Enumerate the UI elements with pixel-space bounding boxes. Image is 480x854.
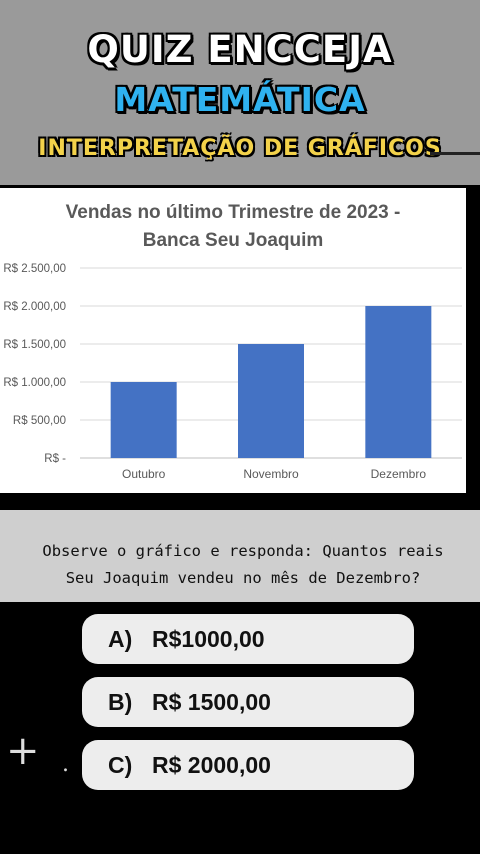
x-tick-label: Outubro (122, 467, 166, 481)
chart-panel: Vendas no último Trimestre de 2023 - Ban… (0, 188, 466, 493)
chart-title-line-2: Banca Seu Joaquim (143, 230, 324, 251)
y-tick-label: R$ 2.000,00 (3, 301, 66, 313)
chalk-plus-doodle: + (6, 728, 40, 774)
question-line-1: Observe o gráfico e responda: Quantos re… (42, 542, 444, 560)
bar-outubro (110, 382, 177, 458)
option-c-button[interactable]: C) R$ 2000,00 (82, 740, 414, 790)
option-c-text: R$ 2000,00 (152, 751, 271, 778)
chart-title-line-1: Vendas no último Trimestre de 2023 - (66, 202, 401, 223)
subject-title: MATEMÁTICA (114, 80, 366, 119)
option-b-letter: B) (108, 688, 133, 715)
x-tick-label: Novembro (243, 467, 299, 481)
bar-novembro (238, 344, 304, 458)
bar-chart: Vendas no último Trimestre de 2023 - Ban… (3, 202, 462, 481)
y-tick-label: R$ 1.000,00 (3, 377, 66, 389)
y-tick-label: R$ 500,00 (13, 415, 66, 427)
option-b-button[interactable]: B) R$ 1500,00 (82, 677, 414, 727)
option-b-text: R$ 1500,00 (152, 688, 271, 715)
chalk-dot-doodle: . (62, 752, 69, 777)
y-tick-label: R$ 2.500,00 (3, 263, 66, 275)
y-tick-label: R$ 1.500,00 (3, 339, 66, 351)
question-text: Observe o gráfico e responda: Quantos re… (18, 538, 468, 592)
y-tick-label: R$ - (44, 453, 66, 465)
bar-dezembro (365, 306, 432, 458)
option-c-letter: C) (108, 751, 133, 778)
option-a-letter: A) (108, 625, 133, 652)
x-tick-label: Dezembro (371, 467, 427, 481)
question-panel: Observe o gráfico e responda: Quantos re… (0, 510, 480, 602)
option-a-button[interactable]: A) R$1000,00 (82, 614, 414, 664)
quiz-title: QUIZ ENCCEJA (87, 28, 393, 71)
topic-title: INTERPRETAÇÃO DE GRÁFICOS (38, 136, 442, 161)
option-a-text: R$1000,00 (152, 625, 265, 652)
chalk-stroke (430, 152, 480, 155)
quiz-header: QUIZ ENCCEJA MATEMÁTICA INTERPRETAÇÃO DE… (0, 0, 480, 185)
question-line-2: Seu Joaquim vendeu no mês de Dezembro? (65, 569, 421, 587)
